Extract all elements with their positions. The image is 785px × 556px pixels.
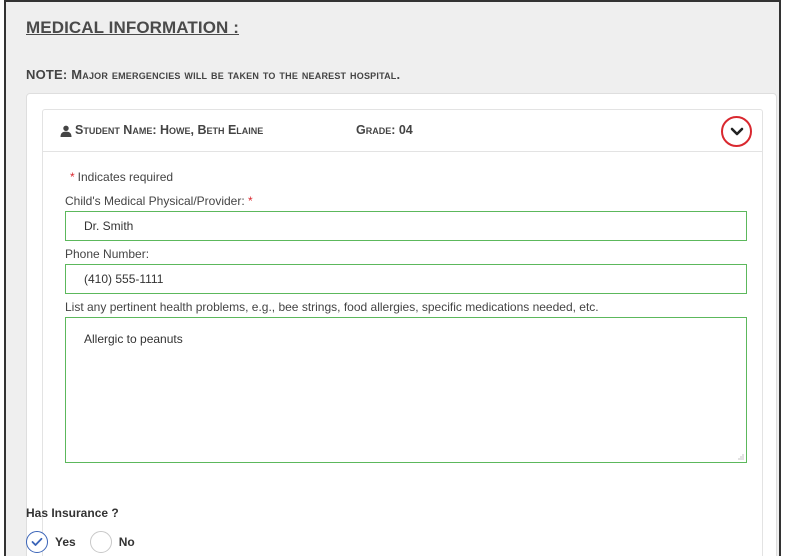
insurance-no-radio[interactable]: [89, 531, 112, 553]
insurance-no-label[interactable]: No: [119, 535, 135, 549]
section-title: MEDICAL INFORMATION :: [26, 18, 240, 37]
provider-label-text: Child's Medical Physical/Provider:: [65, 194, 245, 208]
provider-label: Child's Medical Physical/Provider: *: [65, 194, 253, 208]
student-name: Student Name: Howe, Beth Elaine: [75, 123, 264, 137]
provider-required-star: *: [248, 194, 253, 208]
required-note-text: Indicates required: [77, 170, 174, 184]
student-card: Student Name: Howe, Beth Elaine Grade: 0…: [42, 109, 763, 556]
chevron-down-icon: [730, 127, 743, 135]
required-note: * Indicates required: [70, 170, 173, 184]
student-header: Student Name: Howe, Beth Elaine Grade: 0…: [43, 110, 762, 152]
resize-grip-icon[interactable]: [736, 452, 744, 460]
emergency-note: NOTE: Major emergencies will be taken to…: [26, 67, 400, 82]
provider-input[interactable]: Dr. Smith: [65, 211, 747, 241]
health-problems-value: Allergic to peanuts: [84, 332, 183, 346]
health-problems-textarea[interactable]: Allergic to peanuts: [65, 317, 747, 463]
insurance-yes-radio[interactable]: [26, 531, 48, 553]
checkmark-icon: [31, 537, 43, 546]
emergency-note-text: NOTE: Major emergencies will be taken to…: [26, 67, 401, 82]
insurance-radio-group: Yes No: [26, 531, 149, 553]
phone-input[interactable]: (410) 555-1111: [65, 264, 747, 294]
user-icon: [60, 125, 72, 137]
medical-information-panel: MEDICAL INFORMATION : NOTE: Major emerge…: [4, 0, 781, 556]
health-problems-label: List any pertinent health problems, e.g.…: [65, 300, 599, 314]
insurance-yes-label[interactable]: Yes: [55, 535, 76, 549]
outer-card: Student Name: Howe, Beth Elaine Grade: 0…: [26, 93, 777, 556]
phone-label: Phone Number:: [65, 247, 150, 261]
insurance-label: Has Insurance ?: [26, 506, 119, 520]
required-star: *: [70, 170, 75, 184]
collapse-toggle-button[interactable]: [721, 116, 752, 147]
student-grade: Grade: 04: [356, 123, 413, 137]
